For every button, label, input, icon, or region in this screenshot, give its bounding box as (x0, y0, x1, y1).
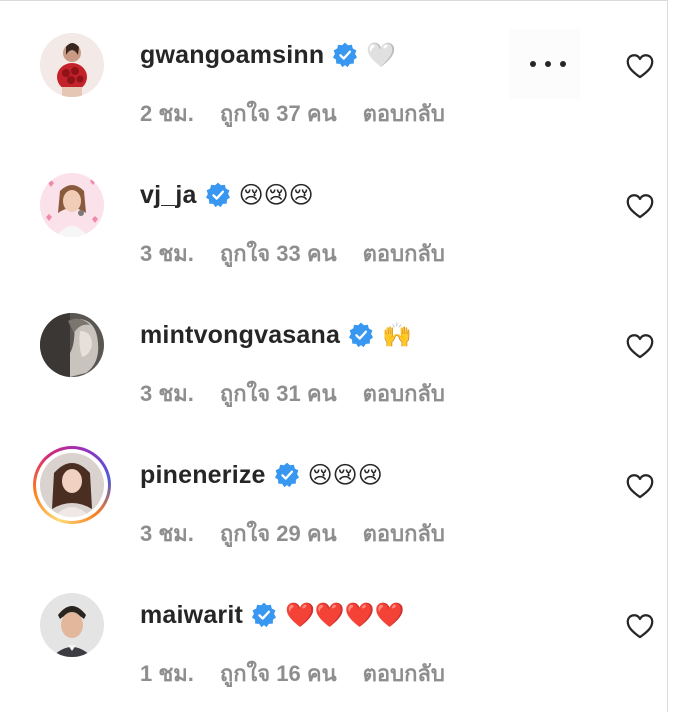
avatar[interactable] (40, 593, 104, 657)
comment-item: vj_ja 😢😢😢 3 ชม. ถูกใจ 33 คน ตอบกลับ (0, 141, 668, 281)
comment-item: mintvongvasana 🙌 3 ชม. ถูกใจ 31 คน ตอบกล… (0, 281, 668, 421)
verified-badge-icon (205, 182, 230, 208)
comment-likes[interactable]: ถูกใจ 29 คน (220, 516, 337, 551)
comment-text: 🙌 (382, 321, 412, 349)
comment-header: pinenerize 😢😢😢 (140, 457, 383, 493)
like-heart-icon[interactable] (626, 473, 654, 499)
like-heart-icon[interactable] (626, 193, 654, 219)
reply-button[interactable]: ตอบกลับ (363, 236, 445, 271)
comment-likes[interactable]: ถูกใจ 33 คน (220, 236, 337, 271)
username[interactable]: pinenerize (140, 461, 266, 490)
avatar[interactable] (40, 33, 104, 97)
comment-time[interactable]: 3 ชม. (140, 376, 194, 411)
more-options-icon[interactable] (530, 53, 566, 75)
verified-badge-icon (252, 602, 277, 628)
avatar-story-ring[interactable] (33, 446, 111, 524)
comment-header: maiwarit ❤️❤️❤️❤️ (140, 597, 405, 633)
username[interactable]: vj_ja (140, 181, 197, 210)
comment-text: 🤍 (366, 41, 397, 69)
comment-item: gwangoamsinn 🤍 2 ชม. ถูกใจ 37 คน ตอบกลับ (0, 1, 668, 141)
verified-badge-icon (349, 322, 374, 348)
comment-meta: 2 ชม. ถูกใจ 37 คน ตอบกลับ (140, 97, 445, 129)
comment-time[interactable]: 3 ชม. (140, 516, 194, 551)
avatar[interactable] (40, 173, 104, 237)
like-heart-icon[interactable] (626, 53, 654, 79)
comment-time[interactable]: 2 ชม. (140, 96, 194, 131)
comment-item: pinenerize 😢😢😢 3 ชม. ถูกใจ 29 คน ตอบกลับ (0, 421, 668, 561)
comment-item: maiwarit ❤️❤️❤️❤️ 1 ชม. ถูกใจ 16 คน ตอบก… (0, 561, 668, 701)
comment-text: 😢😢😢 (307, 461, 383, 489)
avatar (36, 449, 108, 521)
avatar-photo-portrait (40, 453, 104, 517)
reply-button[interactable]: ตอบกลับ (363, 376, 445, 411)
like-heart-icon[interactable] (626, 333, 654, 359)
comment-time[interactable]: 1 ชม. (140, 656, 194, 691)
comment-likes[interactable]: ถูกใจ 37 คน (220, 96, 337, 131)
reply-button[interactable]: ตอบกลับ (363, 516, 445, 551)
comment-text: 😢😢😢 (238, 181, 314, 209)
comment-likes[interactable]: ถูกใจ 16 คน (220, 656, 337, 691)
avatar[interactable] (40, 313, 104, 377)
comment-meta: 3 ชม. ถูกใจ 29 คน ตอบกลับ (140, 517, 445, 549)
username[interactable]: mintvongvasana (140, 321, 340, 350)
comment-meta: 3 ชม. ถูกใจ 33 คน ตอบกลับ (140, 237, 445, 269)
reply-button[interactable]: ตอบกลับ (363, 656, 445, 691)
comment-header: gwangoamsinn 🤍 (140, 37, 396, 73)
username[interactable]: gwangoamsinn (140, 41, 324, 70)
comment-text: ❤️❤️❤️❤️ (285, 601, 405, 629)
avatar-photo-man (40, 593, 104, 657)
avatar-photo-hearts (40, 173, 104, 237)
comment-meta: 1 ชม. ถูกใจ 16 คน ตอบกลับ (140, 657, 445, 689)
username[interactable]: maiwarit (140, 601, 243, 630)
avatar-photo-bw (40, 313, 104, 377)
comment-meta: 3 ชม. ถูกใจ 31 คน ตอบกลับ (140, 377, 445, 409)
comments-panel: gwangoamsinn 🤍 2 ชม. ถูกใจ 37 คน ตอบกลับ (0, 0, 668, 712)
like-heart-icon[interactable] (626, 613, 654, 639)
avatar-photo-roses (40, 33, 104, 97)
reply-button[interactable]: ตอบกลับ (363, 96, 445, 131)
verified-badge-icon (333, 42, 358, 68)
comment-header: mintvongvasana 🙌 (140, 317, 412, 353)
comment-likes[interactable]: ถูกใจ 31 คน (220, 376, 337, 411)
verified-badge-icon (274, 462, 299, 488)
comment-time[interactable]: 3 ชม. (140, 236, 194, 271)
comment-header: vj_ja 😢😢😢 (140, 177, 314, 213)
